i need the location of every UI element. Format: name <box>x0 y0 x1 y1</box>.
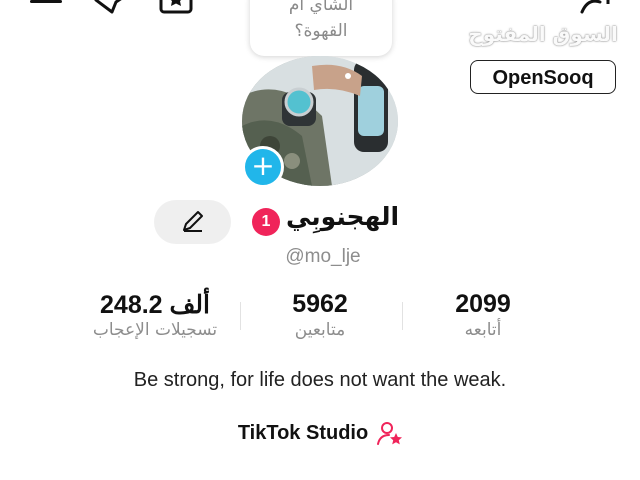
user-star-icon <box>377 422 403 445</box>
pencil-icon <box>183 211 203 232</box>
watermark-english: OpenSooq <box>470 60 616 94</box>
stats-divider <box>402 302 403 330</box>
following-count[interactable]: 2099 <box>433 290 533 319</box>
display-name: الهجنوبِي <box>286 202 400 231</box>
bio-text: Be strong, for life does not want the we… <box>133 369 507 391</box>
followers-count[interactable]: 5962 <box>270 290 370 319</box>
thought-bubble[interactable]: الشاي أم القهوة؟ <box>250 0 392 56</box>
menu-icon[interactable] <box>28 0 64 14</box>
edit-profile-button[interactable] <box>154 200 231 244</box>
share-icon[interactable] <box>92 0 132 16</box>
likes-label: تسجيلات الإعجاب <box>92 320 218 340</box>
likes-count: 248.2 ألف <box>100 291 210 319</box>
add-user-icon[interactable] <box>580 0 616 18</box>
studio-label: TikTok Studio <box>237 421 369 444</box>
stats-divider <box>240 302 241 330</box>
bubble-line-2: القهوة؟ <box>294 21 348 41</box>
star-box-icon[interactable] <box>158 0 194 16</box>
followers-label[interactable]: متابعين <box>270 320 370 340</box>
add-avatar-button[interactable]: + <box>242 146 284 188</box>
bubble-line-1: الشاي أم <box>288 0 354 15</box>
plus-icon: + <box>251 149 275 182</box>
following-label[interactable]: أتابعه <box>433 320 533 340</box>
tiktok-studio-link[interactable]: TikTok Studio <box>226 418 416 448</box>
username: @mo_lje <box>285 246 361 267</box>
notification-badge: 1 <box>252 208 280 236</box>
watermark-arabic: السوق المفتوح <box>468 22 618 46</box>
